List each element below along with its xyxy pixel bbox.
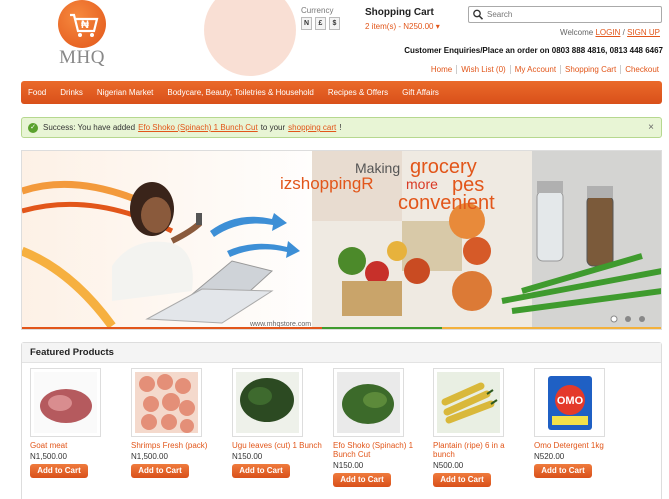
success-alert: ✓ Success: You have added Efo Shoko (Spi… <box>21 117 662 138</box>
product-image[interactable] <box>30 368 101 437</box>
add-to-cart-button[interactable]: Add to Cart <box>131 464 189 478</box>
product-name[interactable]: Ugu leaves (cut) 1 Bunch <box>232 441 327 450</box>
welcome-text: Welcome LOGIN / SIGN UP <box>560 28 660 37</box>
shopping-cart-link[interactable]: Shopping Cart <box>560 65 620 74</box>
wishlist-link[interactable]: Wish List (0) <box>456 65 509 74</box>
header: ₦ MHQ Currency N £ $ Shopping Cart 2 ite… <box>0 0 669 80</box>
main-nav: Food Drinks Nigerian Market Bodycare, Be… <box>21 81 662 104</box>
logo-cart-icon: ₦ <box>58 0 106 48</box>
home-link[interactable]: Home <box>427 65 456 74</box>
product-name[interactable]: Omo Detergent 1kg <box>534 441 629 450</box>
nav-item-gift-affairs[interactable]: Gift Affairs <box>402 88 439 97</box>
banner-text-shopping: izshoppingR <box>280 174 374 193</box>
nav-item-food[interactable]: Food <box>28 88 46 97</box>
product-card: OMO Omo Detergent 1kg N520.00 Add to Car… <box>534 368 629 478</box>
add-to-cart-button[interactable]: Add to Cart <box>333 473 391 487</box>
product-image[interactable]: OMO <box>534 368 605 437</box>
cart-summary[interactable]: Shopping Cart 2 item(s) - N250.00 ▾ <box>365 7 440 31</box>
product-card: Ugu leaves (cut) 1 Bunch N150.00 Add to … <box>232 368 327 478</box>
logo-text: MHQ <box>59 47 105 68</box>
check-icon: ✓ <box>28 122 38 133</box>
nav-item-bodycare[interactable]: Bodycare, Beauty, Toiletries & Household <box>167 88 313 97</box>
product-image[interactable] <box>433 368 504 437</box>
banner-text-convenient: convenient <box>398 192 495 214</box>
nav-item-nigerian-market[interactable]: Nigerian Market <box>97 88 153 97</box>
product-price: N150.00 <box>232 452 263 461</box>
product-card: Efo Shoko (Spinach) 1 Bunch Cut N150.00 … <box>333 368 428 487</box>
product-name[interactable]: Efo Shoko (Spinach) 1 Bunch Cut <box>333 441 428 459</box>
search-input[interactable] <box>487 8 659 21</box>
currency-naira-button[interactable]: N <box>301 17 312 30</box>
svg-text:OMO: OMO <box>557 395 584 407</box>
add-to-cart-button[interactable]: Add to Cart <box>534 464 592 478</box>
product-name[interactable]: Goat meat <box>30 441 125 450</box>
nav-item-recipes[interactable]: Recipes & Offers <box>328 88 388 97</box>
customer-enquiries: Customer Enquiries/Place an order on 080… <box>404 46 663 55</box>
add-to-cart-button[interactable]: Add to Cart <box>232 464 290 478</box>
currency-label: Currency <box>301 6 334 15</box>
search-box <box>468 6 662 23</box>
svg-text:₦: ₦ <box>81 19 89 31</box>
cart-items-dropdown[interactable]: 2 item(s) - N250.00 ▾ <box>365 22 440 31</box>
currency-selector: Currency N £ $ <box>301 6 340 30</box>
product-name[interactable]: Shrimps Fresh (pack) <box>131 441 226 450</box>
site-logo[interactable]: ₦ MHQ <box>54 0 110 70</box>
slider-dot-1 <box>610 315 618 323</box>
product-price: N520.00 <box>534 452 565 461</box>
slider-dot-3 <box>639 316 645 322</box>
product-card: Shrimps Fresh (pack) N1,500.00 Add to Ca… <box>131 368 226 478</box>
product-image[interactable] <box>232 368 303 437</box>
slider-dot-2 <box>625 316 631 322</box>
close-icon[interactable]: × <box>648 122 654 133</box>
product-name[interactable]: Plantain (ripe) 6 in a bunch <box>433 441 528 459</box>
hero-banner[interactable]: Making grocery izshoppingR more pes conv… <box>21 150 662 330</box>
alert-product-link[interactable]: Efo Shoko (Spinach) 1 Bunch Cut <box>138 123 258 132</box>
product-card: Plantain (ripe) 6 in a bunch N500.00 Add… <box>433 368 528 487</box>
product-price: N1,500.00 <box>30 452 67 461</box>
product-price: N500.00 <box>433 461 464 470</box>
product-price: N150.00 <box>333 461 364 470</box>
product-price: N1,500.00 <box>131 452 168 461</box>
featured-title: Featured Products <box>22 343 661 363</box>
currency-dollar-button[interactable]: $ <box>329 17 340 30</box>
cart-title: Shopping Cart <box>365 7 434 18</box>
product-image[interactable] <box>333 368 404 437</box>
nav-item-drinks[interactable]: Drinks <box>60 88 83 97</box>
checkout-link[interactable]: Checkout <box>620 65 663 74</box>
add-to-cart-button[interactable]: Add to Cart <box>433 473 491 487</box>
product-card: Goat meat N1,500.00 Add to Cart <box>30 368 125 478</box>
featured-products: Featured Products Goat meat N1,500.00 Ad… <box>21 342 662 499</box>
login-link[interactable]: LOGIN <box>595 28 620 37</box>
alert-cart-link[interactable]: shopping cart <box>288 123 336 132</box>
add-to-cart-button[interactable]: Add to Cart <box>30 464 88 478</box>
banner-url: www.mhqstore.com <box>249 321 311 328</box>
search-icon[interactable] <box>471 8 485 21</box>
product-image[interactable] <box>131 368 202 437</box>
banner-text-more: more <box>406 176 438 192</box>
signup-link[interactable]: SIGN UP <box>627 28 660 37</box>
top-links: Home Wish List (0) My Account Shopping C… <box>427 65 663 74</box>
currency-pound-button[interactable]: £ <box>315 17 326 30</box>
my-account-link[interactable]: My Account <box>509 65 560 74</box>
